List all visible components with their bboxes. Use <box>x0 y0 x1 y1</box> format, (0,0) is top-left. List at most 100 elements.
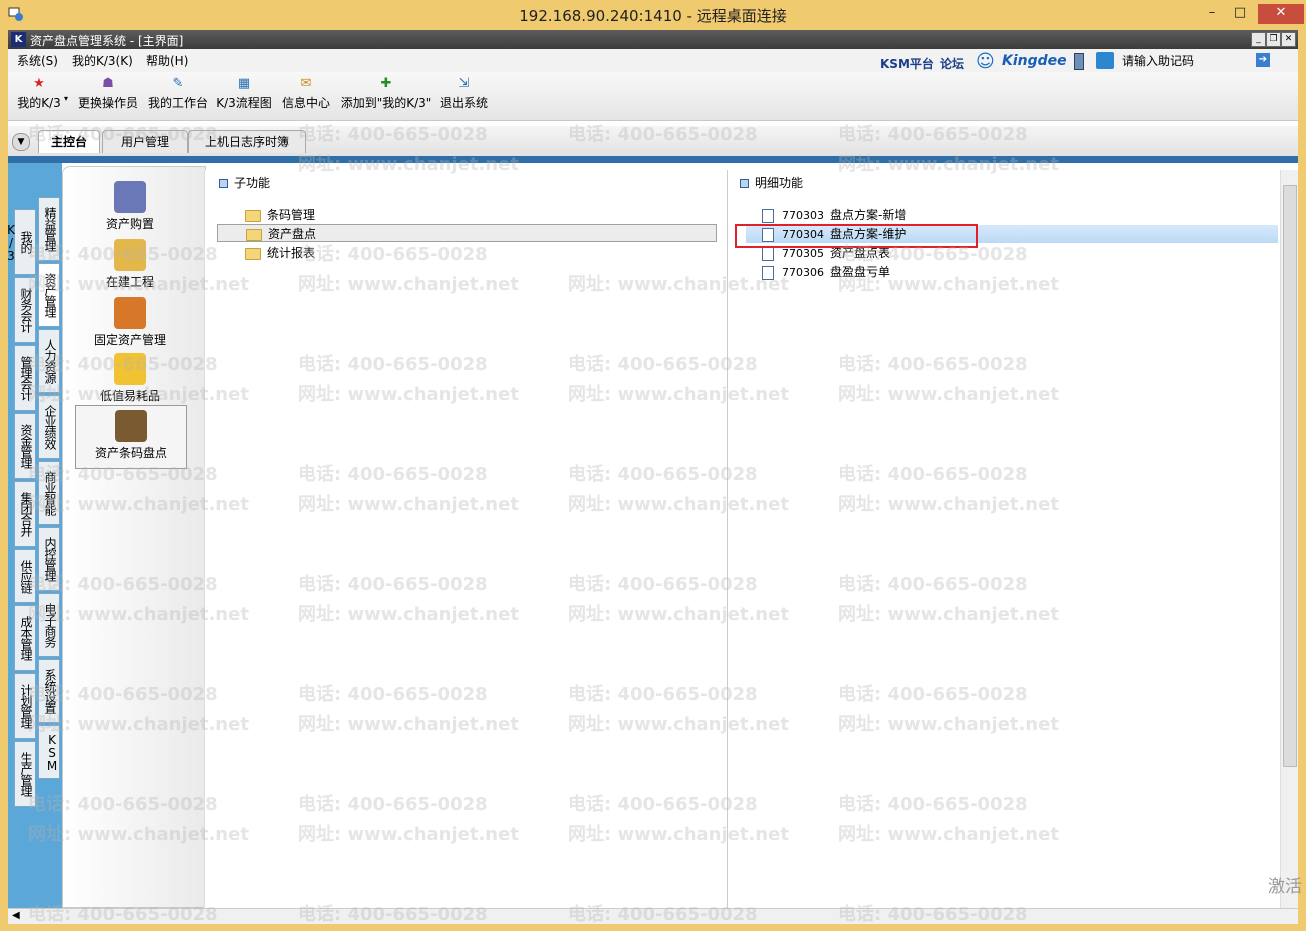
toolbar-label: 我的工作台 <box>147 96 208 110</box>
toolbar-label: 更换操作员 <box>77 96 138 110</box>
toolbar-flowchart-button[interactable]: ▦ K/3流程图 <box>214 76 274 111</box>
watermark-phone: 电话: 400-665-0028 <box>838 354 1028 375</box>
watermark-site: 网址: www.chanjet.net <box>838 274 1059 295</box>
app-close-button[interactable]: ✕ <box>1281 32 1296 47</box>
menu-help[interactable]: 帮助(H) <box>146 52 188 69</box>
toolbar-switch-operator-button[interactable]: ☗ 更换操作员 <box>76 76 140 111</box>
watermark-site: 网址: www.chanjet.net <box>838 384 1059 405</box>
phone-icon[interactable] <box>1074 53 1084 70</box>
barcode-icon <box>115 410 147 442</box>
folder-open-icon <box>246 228 262 241</box>
watermark-phone: 电话: 400-665-0028 <box>568 794 758 815</box>
app-title-bar: K 资产盘点管理系统 - [主界面] _ ❐ ✕ <box>8 30 1298 49</box>
watermark-phone: 电话: 400-665-0028 <box>28 354 218 375</box>
watermark-phone: 电话: 400-665-0028 <box>298 464 488 485</box>
watermark-phone: 电话: 400-665-0028 <box>28 574 218 595</box>
watermark-site: 网址: www.chanjet.net <box>838 604 1059 625</box>
fixed-asset-icon <box>114 297 146 329</box>
watermark-phone: 电话: 400-665-0028 <box>568 684 758 705</box>
minimize-button[interactable]: – <box>1200 4 1224 24</box>
watermark-phone: 电话: 400-665-0028 <box>298 244 488 265</box>
close-button[interactable]: ✕ <box>1258 4 1304 24</box>
header-square-icon <box>219 179 228 188</box>
watermark-phone: 电话: 400-665-0028 <box>28 684 218 705</box>
module-fixed-assets[interactable]: 固定资产管理 <box>75 297 185 348</box>
watermark-site: 网址: www.chanjet.net <box>298 274 519 295</box>
watermark-site: 网址: www.chanjet.net <box>298 154 519 175</box>
toolbar-info-center-button[interactable]: ✉ 信息中心 <box>278 76 334 111</box>
watermark-site: 网址: www.chanjet.net <box>568 494 789 515</box>
toolbar-my-k3-button[interactable]: ★ 我的K/3 <box>14 76 64 111</box>
toolbar-label: 我的K/3 <box>17 96 61 110</box>
toolbar-add-to-my-k3-button[interactable]: ✚ 添加到"我的K/3" <box>338 76 434 111</box>
watermark-phone: 电话: 400-665-0028 <box>568 354 758 375</box>
smiley-icon[interactable]: ☺ <box>976 51 995 72</box>
sub-item-barcode[interactable]: 条码管理 <box>245 206 545 224</box>
watermark-phone: 电话: 400-665-0028 <box>298 684 488 705</box>
watermark-site: 网址: www.chanjet.net <box>28 604 249 625</box>
assist-code-input[interactable]: 请输入助记码 <box>1122 52 1248 69</box>
watermark-phone: 电话: 400-665-0028 <box>838 574 1028 595</box>
menu-system[interactable]: 系统(S) <box>17 52 58 69</box>
watermark-site: 网址: www.chanjet.net <box>298 824 519 845</box>
ksm-platform-link[interactable]: KSM平台 <box>880 55 934 72</box>
module-label: 资产购置 <box>105 217 154 231</box>
toolbar-exit-button[interactable]: ⇲ 退出系统 <box>436 76 492 111</box>
watermark-site: 网址: www.chanjet.net <box>568 824 789 845</box>
watermark-phone: 电话: 400-665-0028 <box>568 464 758 485</box>
watermark-phone: 电话: 400-665-0028 <box>28 124 218 145</box>
app-window: K 资产盘点管理系统 - [主界面] _ ❐ ✕ 系统(S) 我的K/3(K) … <box>8 30 1298 924</box>
menu-my-k3[interactable]: 我的K/3(K) <box>72 52 133 69</box>
watermark-phone: 电话: 400-665-0028 <box>298 354 488 375</box>
desk-icon: ✎ <box>172 76 184 91</box>
watermark-phone: 电话: 400-665-0028 <box>28 794 218 815</box>
watermark-phone: 电话: 400-665-0028 <box>838 464 1028 485</box>
app-restore-button[interactable]: ❐ <box>1266 32 1281 47</box>
assist-code-icon <box>1096 52 1114 69</box>
watermark-site: 网址: www.chanjet.net <box>28 824 249 845</box>
watermark-phone: 电话: 400-665-0028 <box>838 244 1028 265</box>
dropdown-arrow-icon[interactable]: ▾ <box>64 94 68 103</box>
star-icon: ★ <box>33 76 45 91</box>
forum-link[interactable]: 论坛 <box>940 55 964 72</box>
app-minimize-button[interactable]: _ <box>1251 32 1266 47</box>
detail-function-header: 明细功能 <box>740 174 803 191</box>
folder-icon <box>245 247 261 260</box>
purchase-icon <box>114 181 146 213</box>
go-arrow-icon[interactable]: ➔ <box>1256 53 1270 67</box>
watermark-phone: 电话: 400-665-0028 <box>298 124 488 145</box>
watermark-site: 网址: www.chanjet.net <box>28 494 249 515</box>
toolbar: ★ 我的K/3 ▾ ☗ 更换操作员 ✎ 我的工作台 ▦ K/3流程图 ✉ 信息中… <box>8 72 1298 121</box>
app-title: 资产盘点管理系统 - [主界面] <box>30 34 184 48</box>
toolbar-label: 信息中心 <box>281 96 330 110</box>
module-label: 固定资产管理 <box>93 333 166 347</box>
watermark-site: 网址: www.chanjet.net <box>28 714 249 735</box>
watermark-site: 网址: www.chanjet.net <box>568 274 789 295</box>
watermark-site: 网址: www.chanjet.net <box>298 604 519 625</box>
header-divider <box>8 156 1298 163</box>
watermark-phone: 电话: 400-665-0028 <box>838 684 1028 705</box>
detail-item[interactable]: 770303 盘点方案-新增 <box>762 206 1262 224</box>
watermark-phone: 电话: 400-665-0028 <box>838 794 1028 815</box>
scroll-left-arrow-icon[interactable]: ◀ <box>12 910 20 921</box>
watermark-phone: 电话: 400-665-0028 <box>838 124 1028 145</box>
users-icon: ☗ <box>102 76 114 91</box>
maximize-button[interactable]: □ <box>1228 4 1252 24</box>
toolbar-label: 退出系统 <box>439 96 488 110</box>
toolbar-workbench-button[interactable]: ✎ 我的工作台 <box>146 76 210 111</box>
watermark-site: 网址: www.chanjet.net <box>838 154 1059 175</box>
watermark-phone: 电话: 400-665-0028 <box>298 574 488 595</box>
rdp-window-title: 192.168.90.240:1410 - 远程桌面连接 <box>519 7 787 25</box>
document-icon <box>762 209 774 223</box>
watermark-phone: 电话: 400-665-0028 <box>568 124 758 145</box>
watermark-site: 网址: www.chanjet.net <box>298 384 519 405</box>
watermark-site: 网址: www.chanjet.net <box>838 824 1059 845</box>
scrollbar-thumb[interactable] <box>1283 185 1297 767</box>
watermark-site: 网址: www.chanjet.net <box>568 384 789 405</box>
document-icon <box>762 247 774 261</box>
toolbar-label: K/3流程图 <box>216 96 272 110</box>
watermark-phone: 电话: 400-665-0028 <box>28 464 218 485</box>
module-asset-purchase[interactable]: 资产购置 <box>75 181 185 232</box>
watermark-phone: 电话: 400-665-0028 <box>838 904 1028 924</box>
flow-icon: ▦ <box>237 76 251 91</box>
